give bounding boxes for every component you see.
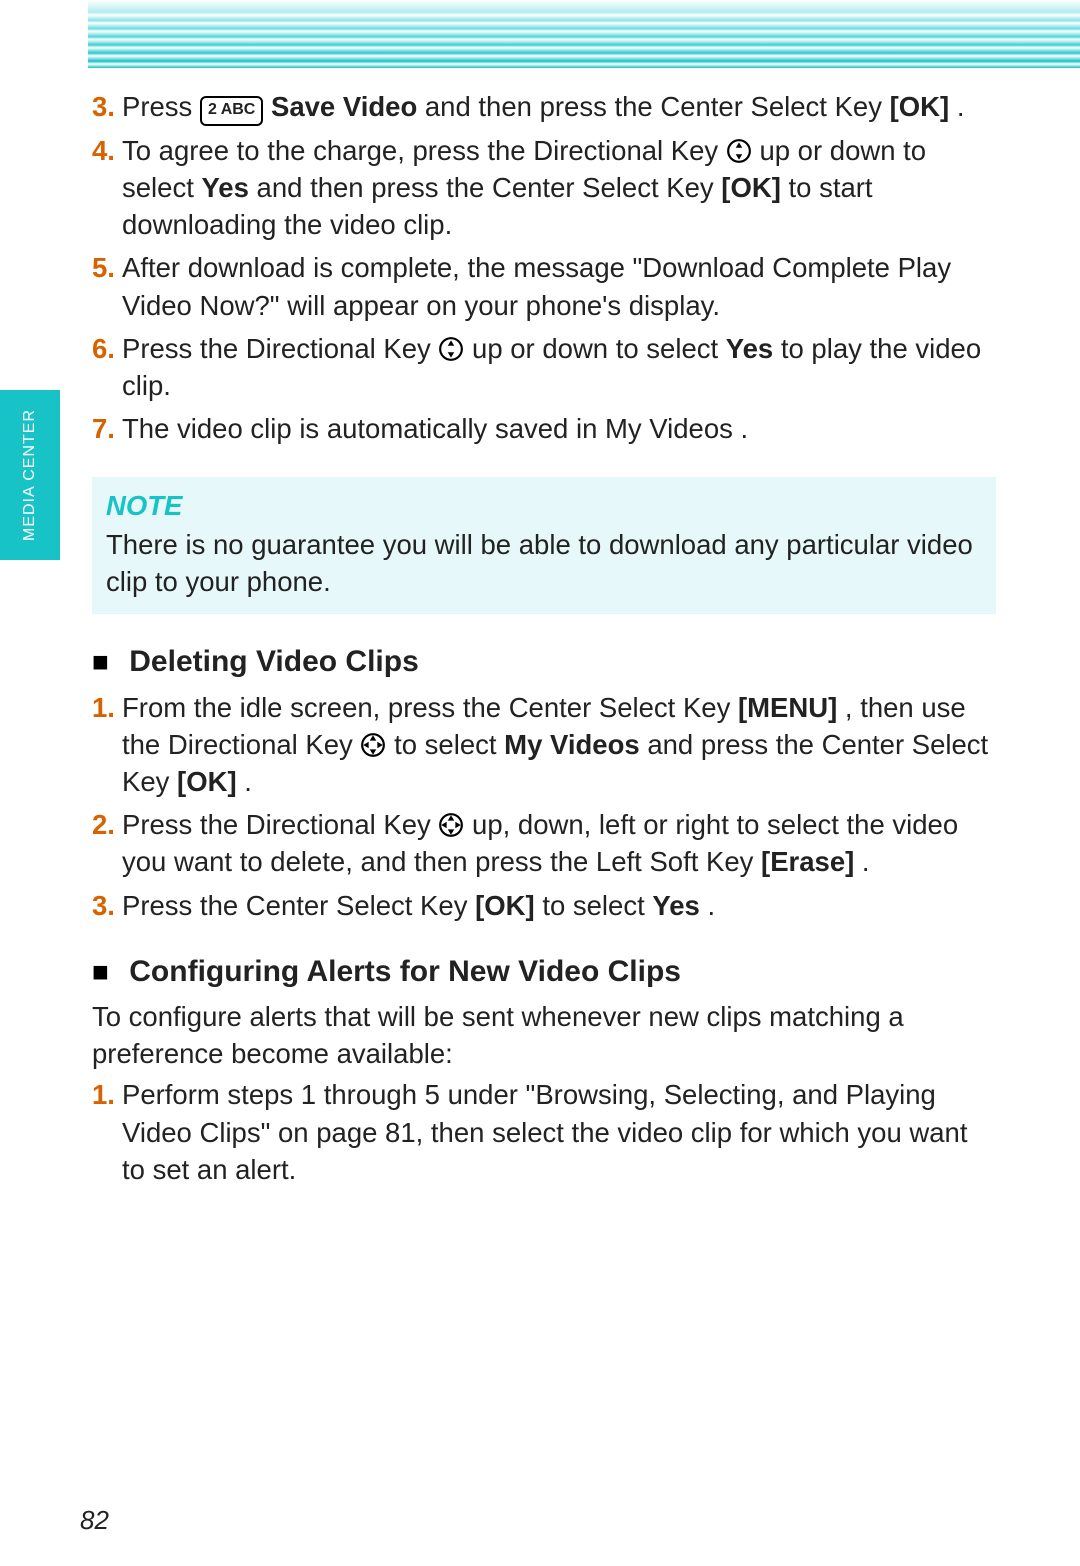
step-3: 3. Press the Center Select Key [OK] to s… xyxy=(92,887,996,930)
directional-all-icon xyxy=(360,732,386,758)
step-number: 5. xyxy=(92,249,115,286)
manual-page: MEDIA CENTER 3. Press 2 ABC Save Video a… xyxy=(0,0,1080,1566)
step-number: 6. xyxy=(92,330,115,367)
step-7: 7. The video clip is automatically saved… xyxy=(92,410,996,453)
step-1: 1. From the idle screen, press the Cente… xyxy=(92,689,996,806)
note-title: NOTE xyxy=(106,487,982,524)
step-number: 4. xyxy=(92,132,115,169)
step-2: 2. Press the Directional Key up, down, l… xyxy=(92,806,996,886)
step-6: 6. Press the Directional Key up or down … xyxy=(92,330,996,410)
section-tab-media-center: MEDIA CENTER xyxy=(0,390,60,560)
key-2abc-icon: 2 ABC xyxy=(200,96,263,126)
directional-updown-icon xyxy=(438,336,464,362)
step-1: 1. Perform steps 1 through 5 under "Brow… xyxy=(92,1076,996,1193)
page-content: 3. Press 2 ABC Save Video and then press… xyxy=(92,88,996,1194)
step-5: 5. After download is complete, the messa… xyxy=(92,249,996,329)
heading-deleting-video-clips: Deleting Video Clips xyxy=(92,642,996,683)
directional-updown-icon xyxy=(726,138,752,164)
step-number: 1. xyxy=(92,689,115,726)
step-number: 1. xyxy=(92,1076,115,1113)
intro-text: To configure alerts that will be sent wh… xyxy=(92,998,996,1072)
step-number: 7. xyxy=(92,410,115,447)
directional-all-icon xyxy=(438,812,464,838)
step-4: 4. To agree to the charge, press the Dir… xyxy=(92,132,996,249)
step-number: 2. xyxy=(92,806,115,843)
step-number: 3. xyxy=(92,887,115,924)
header-stripe xyxy=(88,0,1080,68)
steps-alerts: 1. Perform steps 1 through 5 under "Brow… xyxy=(92,1076,996,1193)
page-number: 82 xyxy=(80,1505,109,1536)
heading-configuring-alerts: Configuring Alerts for New Video Clips xyxy=(92,952,996,993)
step-number: 3. xyxy=(92,88,115,125)
steps-download: 3. Press 2 ABC Save Video and then press… xyxy=(92,88,996,453)
note-box: NOTE There is no guarantee you will be a… xyxy=(92,477,996,614)
step-3: 3. Press 2 ABC Save Video and then press… xyxy=(92,88,996,132)
section-tab-label: MEDIA CENTER xyxy=(21,409,39,541)
steps-delete: 1. From the idle screen, press the Cente… xyxy=(92,689,996,930)
note-text: There is no guarantee you will be able t… xyxy=(106,526,982,600)
